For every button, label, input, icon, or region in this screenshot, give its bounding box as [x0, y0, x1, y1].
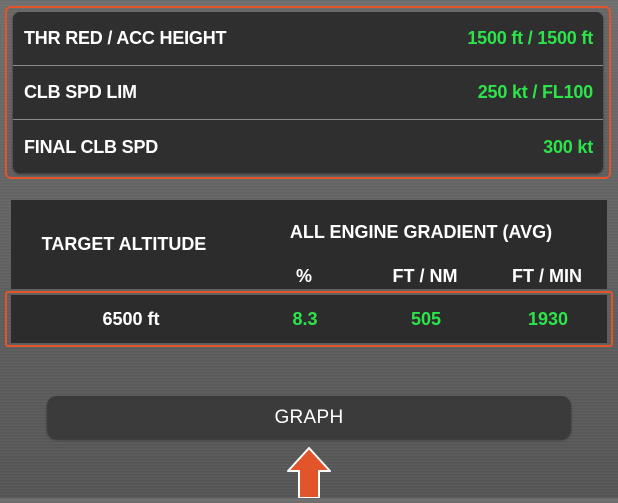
ft-per-min-column-header: FT / MIN	[512, 266, 582, 286]
climb-settings-list: THR RED / ACC HEIGHT 1500 ft / 1500 ft C…	[13, 12, 603, 173]
ft-per-nm-column-header: FT / NM	[392, 266, 458, 286]
gradient-table-row-frame: 6500 ft 8.3 505 1930	[5, 291, 613, 347]
gradient-percent-value: 8.3	[292, 308, 318, 329]
up-arrow-icon	[287, 447, 331, 499]
setting-label: FINAL CLB SPD	[24, 136, 159, 157]
setting-row-final-clb-spd[interactable]: FINAL CLB SPD 300 kt	[13, 120, 603, 173]
setting-label: THR RED / ACC HEIGHT	[24, 28, 227, 48]
setting-value: 1500 ft / 1500 ft	[467, 28, 593, 48]
gradient-ft-nm-value: 505	[410, 308, 442, 329]
gradient-ft-min-value: 1930	[527, 308, 569, 329]
table-row[interactable]: 6500 ft 8.3 505 1930	[11, 295, 607, 343]
setting-label: CLB SPD LIM	[24, 82, 137, 102]
setting-value: 300 kt	[543, 136, 593, 157]
setting-row-clb-spd-lim[interactable]: CLB SPD LIM 250 kt / FL100	[13, 66, 603, 120]
target-altitude-value: 6500 ft	[102, 308, 160, 329]
graph-button[interactable]: GRAPH	[47, 396, 571, 439]
gradient-table-header: TARGET ALTITUDE ALL ENGINE GRADIENT (AVG…	[11, 200, 607, 289]
setting-row-thr-red-acc[interactable]: THR RED / ACC HEIGHT 1500 ft / 1500 ft	[13, 12, 603, 66]
percent-column-header: %	[295, 266, 312, 286]
climb-settings-panel: THR RED / ACC HEIGHT 1500 ft / 1500 ft C…	[5, 6, 611, 179]
setting-value: 250 kt / FL100	[477, 82, 593, 102]
all-engine-gradient-header: ALL ENGINE GRADIENT (AVG)	[289, 222, 553, 242]
target-altitude-header: TARGET ALTITUDE	[41, 234, 207, 254]
